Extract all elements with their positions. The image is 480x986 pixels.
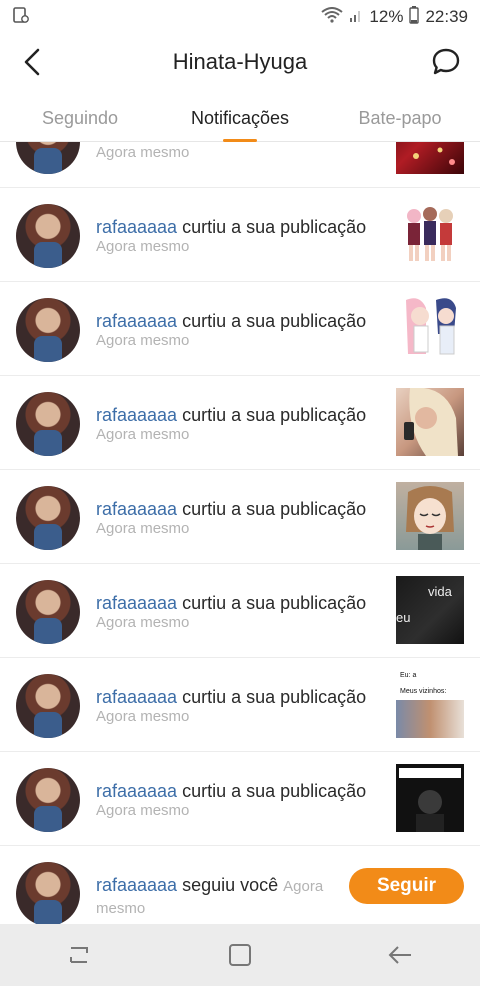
notification-time: Agora mesmo [96, 144, 190, 161]
tab-label: Seguindo [41, 108, 119, 128]
status-bar: 12% 22:39 [0, 0, 480, 34]
notification-action: curtiu a sua publicação [177, 593, 367, 613]
notification-text: rafaaaaaa seguiu você Agora mesmo [96, 874, 346, 918]
meme-caption-box [399, 768, 461, 778]
notification-row[interactable]: rafaaaaaa curtiu a sua publicação Agora … [0, 658, 480, 752]
notification-text: Agora mesmo [96, 142, 386, 162]
anime-girls-group-image [407, 207, 453, 261]
meme-text-top: Eu: a [400, 672, 417, 679]
notification-time: Agora mesmo [96, 238, 190, 255]
notification-time: Agora mesmo [96, 708, 190, 725]
system-nav-bar [0, 924, 480, 986]
signal-icon [349, 7, 363, 28]
notification-text: rafaaaaaa curtiu a sua publicação Agora … [96, 686, 386, 726]
username-link[interactable]: rafaaaaaa [96, 593, 177, 613]
app-bar: Hinata-Hyuga [0, 34, 480, 90]
notification-time: Agora mesmo [96, 802, 190, 819]
notification-action: curtiu a sua publicação [177, 217, 367, 237]
post-thumbnail[interactable]: vida eu [396, 576, 464, 644]
meme-text-eu: eu [396, 610, 411, 625]
back-arrow-icon [24, 48, 40, 76]
post-thumbnail[interactable] [396, 482, 464, 550]
notification-row[interactable]: rafaaaaaa curtiu a sua publicação Agora … [0, 282, 480, 376]
notification-time: Agora mesmo [96, 520, 190, 537]
wifi-icon [321, 6, 344, 28]
avatar[interactable] [16, 298, 80, 362]
chat-button[interactable] [430, 46, 462, 78]
notification-text: rafaaaaaa curtiu a sua publicação Agora … [96, 310, 386, 350]
tab-bar: Seguindo Notificações Bate-papo [0, 96, 480, 142]
username-link[interactable]: rafaaaaaa [96, 217, 177, 237]
username-link[interactable]: rafaaaaaa [96, 687, 177, 707]
notification-time: Agora mesmo [96, 332, 190, 349]
notification-row[interactable]: rafaaaaaa curtiu a sua publicação Agora … [0, 752, 480, 846]
notification-row[interactable]: rafaaaaaa curtiu a sua publicação Agora … [0, 564, 480, 658]
avatar[interactable] [16, 204, 80, 268]
avatar[interactable] [16, 486, 80, 550]
notification-row[interactable]: rafaaaaaa curtiu a sua publicação Agora … [0, 470, 480, 564]
username-link[interactable]: rafaaaaaa [96, 875, 177, 895]
anime-pink-hair-image [406, 298, 456, 355]
notification-text: rafaaaaaa curtiu a sua publicação Agora … [96, 404, 386, 444]
back-button[interactable] [18, 46, 50, 78]
meme-text-mid: Meus vizinhos: [400, 688, 447, 695]
avatar[interactable] [16, 768, 80, 832]
avatar[interactable] [16, 580, 80, 644]
post-thumbnail[interactable] [396, 388, 464, 456]
back-nav-button[interactable] [380, 935, 420, 975]
notification-text: rafaaaaaa curtiu a sua publicação Agora … [96, 498, 386, 538]
avatar[interactable] [16, 142, 80, 174]
battery-percent: 12% [369, 7, 404, 26]
post-thumbnail[interactable] [396, 764, 464, 832]
post-thumbnail[interactable] [396, 142, 464, 174]
tab-notificacoes[interactable]: Notificações [160, 96, 320, 142]
username-link[interactable]: rafaaaaaa [96, 499, 177, 519]
blonde-selfie-image [404, 388, 458, 456]
page-title: Hinata-Hyuga [172, 49, 308, 74]
notification-text: rafaaaaaa curtiu a sua publicação Agora … [96, 592, 386, 632]
notification-action: seguiu você [177, 875, 279, 895]
notification-text: rafaaaaaa curtiu a sua publicação Agora … [96, 780, 386, 820]
christmas-tree-image [413, 147, 455, 165]
tab-seguindo[interactable]: Seguindo [0, 96, 160, 141]
back-nav-icon [388, 946, 411, 964]
avatar[interactable] [16, 674, 80, 738]
post-thumbnail[interactable] [396, 200, 464, 268]
sim-status-icon [12, 6, 30, 29]
notification-action: curtiu a sua publicação [177, 405, 367, 425]
follow-button[interactable]: Seguir [349, 868, 464, 904]
tab-label: Bate-papo [358, 108, 442, 128]
notification-action: curtiu a sua publicação [177, 687, 367, 707]
home-button[interactable] [220, 935, 260, 975]
anime-girl-eyes-closed-image [406, 486, 454, 550]
avatar[interactable] [16, 862, 80, 924]
recent-apps-button[interactable] [60, 935, 100, 975]
tab-label: Notificações [190, 108, 290, 128]
home-icon [229, 944, 251, 966]
notification-action: curtiu a sua publicação [177, 781, 367, 801]
clock: 22:39 [425, 7, 468, 26]
post-thumbnail[interactable] [396, 294, 464, 362]
notification-action: curtiu a sua publicação [177, 311, 367, 331]
notification-row[interactable]: rafaaaaaa curtiu a sua publicação Agora … [0, 188, 480, 282]
tab-bate-papo[interactable]: Bate-papo [320, 96, 480, 141]
username-link[interactable]: rafaaaaaa [96, 781, 177, 801]
chat-bubble-icon [432, 48, 460, 75]
username-link[interactable]: rafaaaaaa [96, 311, 177, 331]
notification-text: rafaaaaaa curtiu a sua publicação Agora … [96, 216, 386, 256]
battery-icon [409, 5, 420, 29]
meme-photo [396, 700, 464, 738]
meme-text-vida: vida [428, 584, 452, 599]
notification-action: curtiu a sua publicação [177, 499, 367, 519]
username-link[interactable]: rafaaaaaa [96, 405, 177, 425]
notification-time: Agora mesmo [96, 614, 190, 631]
notification-time: Agora mesmo [96, 426, 190, 443]
follow-notification-row[interactable]: rafaaaaaa seguiu você Agora mesmo Seguir [0, 846, 480, 924]
notification-row[interactable]: rafaaaaaa curtiu a sua publicação Agora … [0, 376, 480, 470]
avatar[interactable] [16, 392, 80, 456]
notification-list[interactable]: Agora mesmo rafaaaaaa curtiu a sua publi… [0, 142, 480, 924]
post-thumbnail[interactable]: Eu: a Meus vizinhos: [396, 670, 464, 738]
notification-row[interactable]: Agora mesmo [0, 142, 480, 188]
recent-apps-icon [70, 947, 88, 963]
